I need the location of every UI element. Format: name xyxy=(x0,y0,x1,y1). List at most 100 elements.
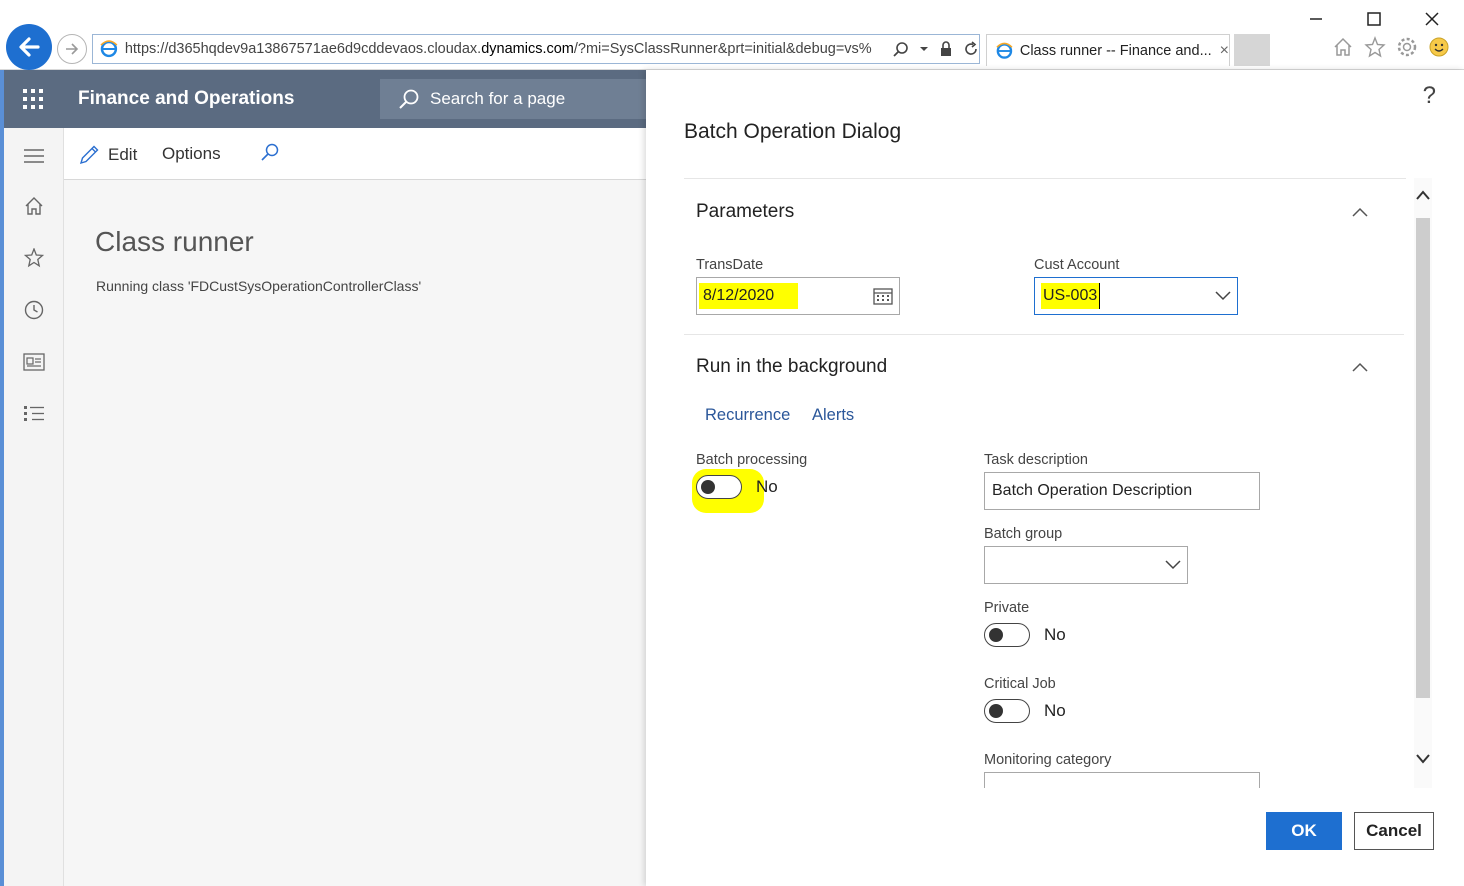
chevron-down-icon[interactable] xyxy=(1215,291,1231,301)
url-prefix: https://d365hqdev9a13867571ae6d9cddevaos… xyxy=(124,41,482,57)
minimize-icon xyxy=(1310,18,1322,20)
transdate-field[interactable]: 8/12/2020 xyxy=(696,277,900,315)
tab-close-icon[interactable]: × xyxy=(1220,42,1229,60)
nav-recent[interactable] xyxy=(22,298,46,322)
window-controls xyxy=(1302,6,1446,32)
scroll-up-icon[interactable] xyxy=(1416,190,1430,200)
dialog-title: Batch Operation Dialog xyxy=(684,120,902,143)
app-launcher-icon[interactable] xyxy=(22,88,44,110)
cancel-button[interactable]: Cancel xyxy=(1354,812,1434,850)
private-value: No xyxy=(1044,625,1066,644)
chevron-down-icon[interactable] xyxy=(1165,560,1181,570)
section-divider xyxy=(684,334,1404,335)
page-title: Class runner xyxy=(95,226,254,257)
tab-title: Class runner -- Finance and... xyxy=(1019,42,1212,59)
batch-processing-label: Batch processing xyxy=(696,452,808,468)
private-toggle[interactable]: No xyxy=(984,623,1066,647)
gear-icon[interactable] xyxy=(1396,36,1418,58)
private-label: Private xyxy=(984,600,1030,616)
browser-tab[interactable]: Class runner -- Finance and... × xyxy=(986,34,1230,66)
navigation-rail xyxy=(4,128,64,886)
dropdown-icon[interactable] xyxy=(919,41,929,57)
nav-modules[interactable] xyxy=(22,402,46,426)
nav-favorites[interactable] xyxy=(22,246,46,270)
nav-workspaces[interactable] xyxy=(22,350,46,374)
address-bar-icons xyxy=(893,41,979,57)
task-description-value: Batch Operation Description xyxy=(992,482,1193,499)
close-icon xyxy=(1425,12,1439,26)
browser-toolbar-icons xyxy=(1332,36,1450,58)
critical-job-toggle[interactable]: No xyxy=(984,699,1066,723)
new-tab-button[interactable] xyxy=(1234,34,1270,66)
edit-label: Edit xyxy=(108,145,138,164)
tab-recurrence[interactable]: Recurrence xyxy=(705,406,790,425)
toggle-knob xyxy=(989,704,1003,718)
custaccount-label: Cust Account xyxy=(1034,257,1120,273)
chevron-up-icon[interactable] xyxy=(1352,207,1368,217)
back-button[interactable] xyxy=(6,24,52,70)
close-window-button[interactable] xyxy=(1418,6,1446,32)
batch-group-label: Batch group xyxy=(984,526,1063,542)
page-search-box[interactable]: Search for a page xyxy=(380,79,646,119)
critical-job-value: No xyxy=(1044,701,1066,720)
maximize-icon xyxy=(1367,12,1381,26)
list-icon xyxy=(24,406,44,421)
url-domain: dynamics.com xyxy=(481,41,574,57)
monitoring-category-label: Monitoring category xyxy=(984,752,1112,768)
dialog-scrollbar[interactable] xyxy=(1414,178,1432,788)
dialog-scroll-area: Parameters TransDate 8/12/2020 Cust Acco… xyxy=(684,178,1406,788)
custaccount-value: US-003 xyxy=(1041,283,1101,309)
toggle-switch[interactable] xyxy=(984,699,1030,723)
scroll-down-icon[interactable] xyxy=(1416,754,1430,764)
address-bar[interactable]: https://d365hqdev9a13867571ae6d9cddevaos… xyxy=(92,34,980,64)
custaccount-field[interactable]: US-003 xyxy=(1034,277,1238,315)
chevron-up-icon[interactable] xyxy=(1352,362,1368,372)
batch-group-field[interactable] xyxy=(984,546,1188,584)
arrow-left-icon xyxy=(19,37,40,57)
arrow-right-icon xyxy=(66,43,79,55)
ok-button[interactable]: OK xyxy=(1266,812,1342,850)
url-text: https://d365hqdev9a13867571ae6d9cddevaos… xyxy=(125,41,887,57)
edit-button[interactable]: Edit xyxy=(78,144,137,166)
toggle-switch[interactable] xyxy=(984,623,1030,647)
clock-icon xyxy=(24,300,44,320)
star-icon xyxy=(24,248,44,268)
search-icon[interactable] xyxy=(893,41,909,57)
toggle-switch[interactable] xyxy=(696,475,742,499)
options-button[interactable]: Options xyxy=(162,144,221,164)
smiley-icon[interactable] xyxy=(1428,36,1450,58)
nav-home[interactable] xyxy=(22,194,46,218)
nav-menu-button[interactable] xyxy=(22,144,46,168)
refresh-icon[interactable] xyxy=(963,41,979,57)
help-icon[interactable]: ? xyxy=(1423,82,1436,110)
search-icon xyxy=(399,89,419,109)
search-placeholder: Search for a page xyxy=(430,89,566,108)
transdate-value: 8/12/2020 xyxy=(699,283,799,309)
toggle-knob xyxy=(701,480,715,494)
action-search-button[interactable] xyxy=(260,142,280,162)
maximize-button[interactable] xyxy=(1360,6,1388,32)
hamburger-icon xyxy=(24,149,44,163)
lock-icon[interactable] xyxy=(939,41,953,57)
forward-button[interactable] xyxy=(57,34,87,64)
minimize-button[interactable] xyxy=(1302,6,1330,32)
app-title: Finance and Operations xyxy=(78,88,295,109)
app-header: Finance and Operations Search for a page xyxy=(4,70,646,128)
batch-processing-toggle[interactable]: No xyxy=(696,475,778,499)
search-icon xyxy=(261,143,279,161)
task-description-field[interactable]: Batch Operation Description xyxy=(984,472,1260,510)
monitoring-category-field[interactable] xyxy=(984,772,1260,788)
options-label: Options xyxy=(162,144,221,163)
page-content: Class runner Running class 'FDCustSysOpe… xyxy=(64,180,646,886)
home-icon[interactable] xyxy=(1332,36,1354,58)
star-icon[interactable] xyxy=(1364,36,1386,58)
toggle-knob xyxy=(989,628,1003,642)
scroll-thumb[interactable] xyxy=(1416,218,1430,698)
batch-processing-value: No xyxy=(756,477,778,496)
critical-job-label: Critical Job xyxy=(984,676,1056,692)
section-title-parameters[interactable]: Parameters xyxy=(696,201,794,223)
ie-logo-icon xyxy=(100,40,118,58)
section-title-background[interactable]: Run in the background xyxy=(696,356,887,378)
tab-alerts[interactable]: Alerts xyxy=(812,406,854,425)
calendar-icon[interactable] xyxy=(873,287,893,305)
